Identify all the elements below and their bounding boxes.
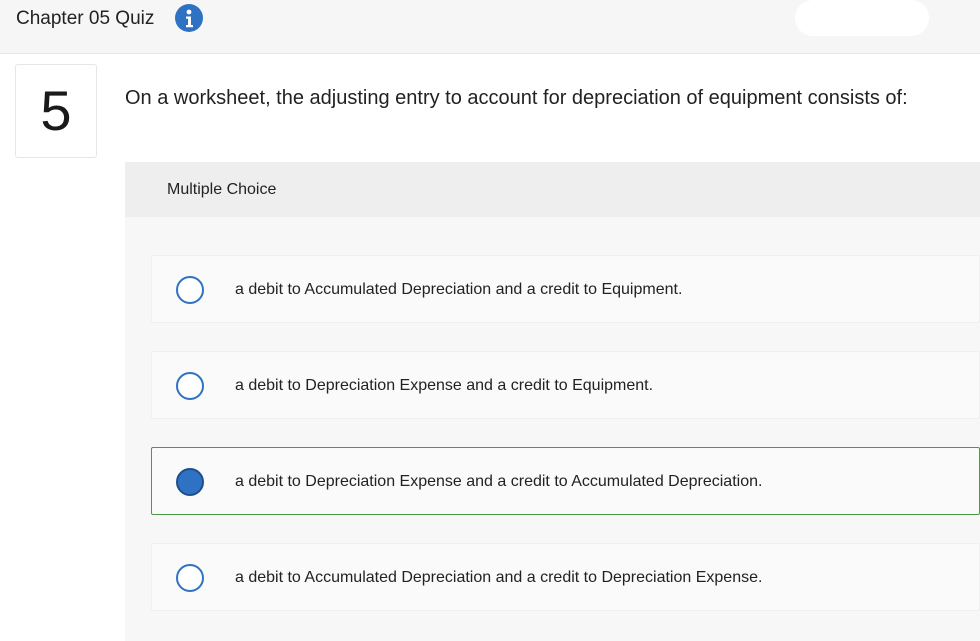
info-glyph (186, 9, 193, 28)
question-text: On a worksheet, the adjusting entry to a… (125, 87, 908, 109)
answer-option-label: a debit to Accumulated Depreciation and … (235, 569, 763, 586)
answer-option-label: a debit to Depreciation Expense and a cr… (235, 473, 763, 490)
answer-option[interactable]: a debit to Accumulated Depreciation and … (151, 255, 980, 323)
answer-option[interactable]: a debit to Depreciation Expense and a cr… (151, 351, 980, 419)
question-number: 5 (15, 64, 97, 158)
radio-button[interactable] (176, 276, 204, 304)
answer-panel: Multiple Choice a debit to Accumulated D… (125, 162, 980, 641)
question-type-header: Multiple Choice (125, 162, 980, 217)
radio-button[interactable] (176, 372, 204, 400)
info-icon[interactable] (175, 4, 203, 32)
answer-option-label: a debit to Depreciation Expense and a cr… (235, 377, 654, 394)
top-bar: Chapter 05 Quiz (0, 0, 980, 54)
quiz-title: Chapter 05 Quiz (16, 8, 155, 29)
question-type-label: Multiple Choice (167, 181, 277, 198)
radio-button-checked[interactable] (176, 468, 204, 496)
top-bar-control[interactable] (795, 0, 929, 36)
answer-option-selected[interactable]: a debit to Depreciation Expense and a cr… (151, 447, 980, 515)
answer-option-label: a debit to Accumulated Depreciation and … (235, 281, 683, 298)
answer-option[interactable]: a debit to Accumulated Depreciation and … (151, 543, 980, 611)
radio-button[interactable] (176, 564, 204, 592)
